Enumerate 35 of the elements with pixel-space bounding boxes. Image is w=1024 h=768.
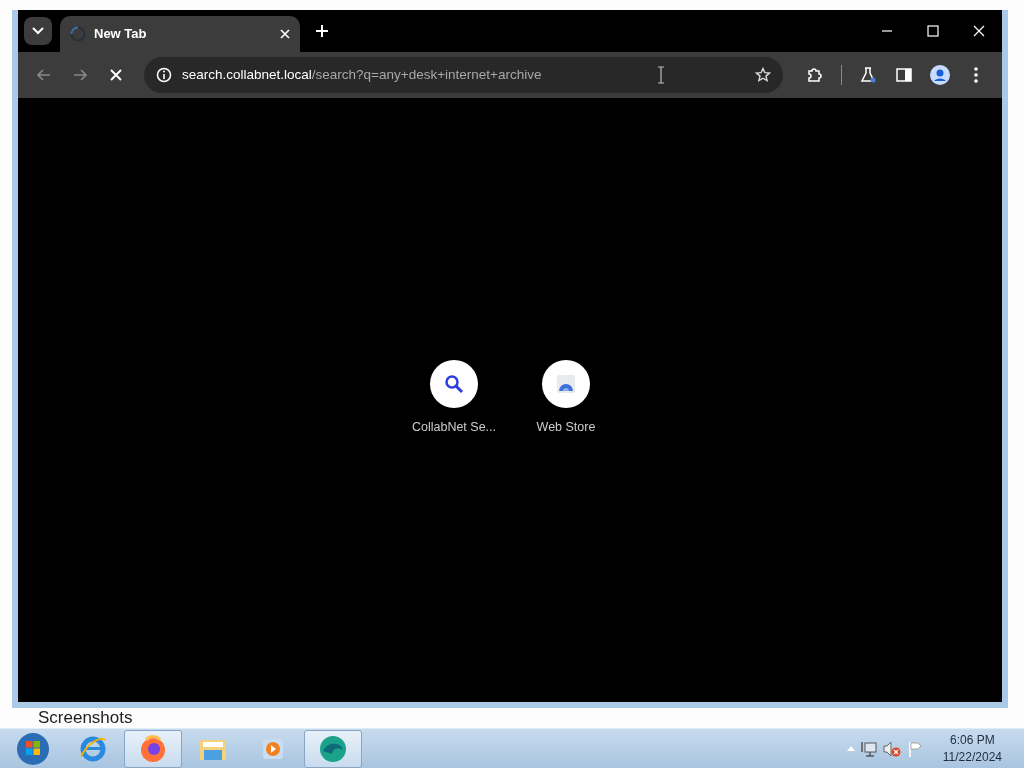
star-icon (755, 67, 771, 83)
shortcut-tile[interactable]: Web Store (522, 360, 610, 437)
browser-tab[interactable]: New Tab (60, 16, 300, 52)
fox-globe-icon (138, 733, 168, 764)
info-icon (156, 67, 172, 83)
muted-speaker-icon[interactable] (882, 740, 901, 757)
network-icon[interactable] (860, 740, 877, 757)
side-panel-icon (896, 68, 912, 82)
tab-search-button[interactable] (24, 17, 52, 45)
flask-icon (860, 67, 876, 83)
chevron-down-icon (32, 27, 44, 35)
url-text: search.collabnet.local/search?q=any+desk+internet+archive (182, 65, 543, 84)
shortcut-tile[interactable]: CollabNet Se... (410, 360, 498, 437)
bookmark-star-button[interactable] (755, 67, 771, 83)
avatar-icon (930, 65, 950, 85)
taskbar-app-button[interactable] (304, 729, 362, 768)
taskbar-app-button[interactable] (124, 729, 182, 768)
maximize-icon (927, 25, 939, 37)
wave-icon (318, 733, 348, 764)
magnifier-icon (444, 374, 464, 394)
menu-icon (974, 67, 978, 83)
clock[interactable]: 6:06 PM 11/22/2024 (942, 732, 1002, 765)
start-orb-icon (16, 731, 50, 766)
forward-arrow-icon (73, 69, 87, 81)
caret-up-icon (846, 746, 855, 751)
address-bar[interactable]: search.collabnet.local/search?q=any+desk+internet+archive (144, 57, 783, 93)
plus-icon (316, 25, 328, 37)
desktop-label: Screenshots (38, 709, 133, 726)
puzzle-piece-icon (807, 67, 823, 83)
close-icon (280, 29, 290, 39)
close-icon (973, 25, 985, 37)
tab-close-button[interactable] (280, 29, 290, 39)
back-arrow-icon (37, 69, 51, 81)
store-icon (556, 374, 576, 394)
text-cursor-icon (657, 66, 665, 84)
